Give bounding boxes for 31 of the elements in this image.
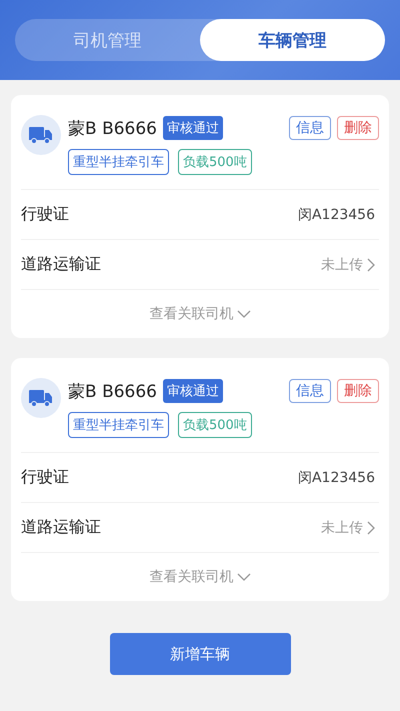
chevron-down-icon xyxy=(236,573,250,581)
row-value: 闵A123456 xyxy=(298,206,375,224)
truck-icon xyxy=(21,115,61,155)
plate-number: 蒙B B6666 xyxy=(68,380,157,402)
info-button[interactable]: 信息 xyxy=(289,116,331,140)
status-badge: 审核通过 xyxy=(163,116,223,140)
truck-icon xyxy=(21,378,61,418)
tag: 负载500吨 xyxy=(178,149,252,175)
view-drivers-link[interactable]: 查看关联司机 xyxy=(150,305,234,323)
status-badge: 审核通过 xyxy=(163,379,223,403)
tab[interactable]: 司机管理 xyxy=(15,19,200,61)
chevron-right-icon xyxy=(367,520,375,534)
row-label: 行驶证 xyxy=(21,467,70,488)
delete-button[interactable]: 删除 xyxy=(337,379,379,403)
info-button[interactable]: 信息 xyxy=(289,379,331,403)
tag: 重型半挂牵引车 xyxy=(68,149,169,175)
view-drivers-link[interactable]: 查看关联司机 xyxy=(150,568,234,586)
row-label: 行驶证 xyxy=(21,204,70,225)
tag: 负载500吨 xyxy=(178,412,252,438)
row-label: 道路运输证 xyxy=(21,254,102,275)
row-label: 道路运输证 xyxy=(21,517,102,538)
delete-button[interactable]: 删除 xyxy=(337,116,379,140)
chevron-right-icon xyxy=(367,258,375,272)
tab[interactable]: 车辆管理 xyxy=(200,19,385,61)
chevron-down-icon xyxy=(236,310,250,318)
row-value: 闵A123456 xyxy=(298,468,375,486)
tag: 重型半挂牵引车 xyxy=(68,412,169,438)
row-status[interactable]: 未上传 xyxy=(321,518,363,536)
row-status[interactable]: 未上传 xyxy=(321,256,363,274)
add-vehicle-button[interactable]: 新增车辆 xyxy=(110,633,290,675)
plate-number: 蒙B B6666 xyxy=(68,118,157,140)
